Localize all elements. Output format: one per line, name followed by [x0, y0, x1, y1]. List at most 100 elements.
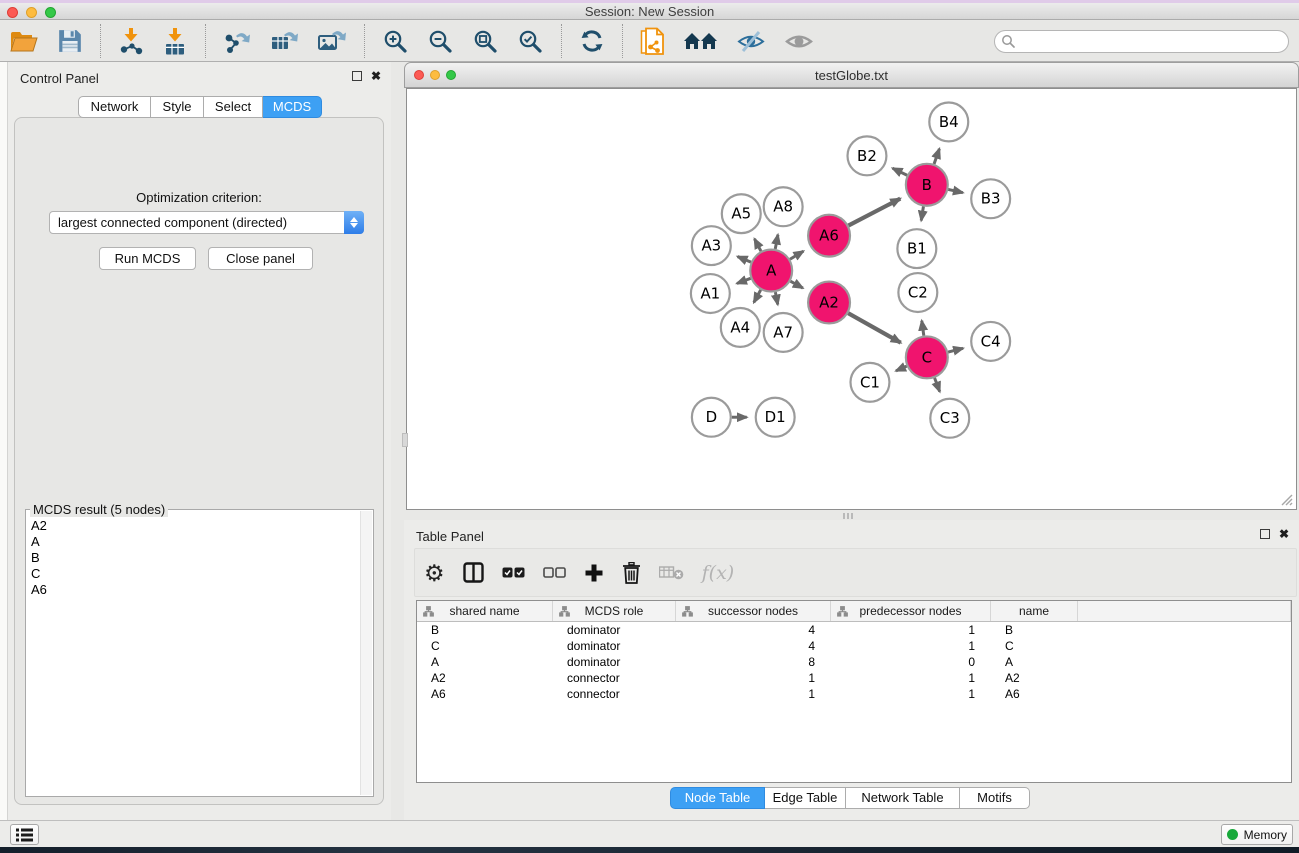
search-input[interactable] [1016, 32, 1288, 51]
node-B1[interactable]: B1 [897, 229, 936, 268]
table-cell[interactable]: B [417, 623, 553, 637]
close-panel-button[interactable]: Close panel [208, 247, 313, 270]
tab-network-table[interactable]: Network Table [846, 787, 960, 809]
deselect-all-button[interactable] [543, 567, 566, 578]
refresh-button[interactable] [573, 26, 611, 56]
edge-C-C4[interactable] [948, 348, 963, 352]
show-graphics-details-button[interactable] [778, 28, 820, 55]
table-cell[interactable]: B [991, 623, 1078, 637]
node-B4[interactable]: B4 [929, 102, 968, 141]
column-header-shared-name[interactable]: shared name [417, 601, 553, 621]
edge-B-B2[interactable] [893, 168, 907, 175]
splitter-handle[interactable] [843, 513, 853, 519]
import-table-button[interactable] [156, 25, 194, 58]
node-D1[interactable]: D1 [756, 398, 795, 437]
float-panel-icon[interactable] [1260, 529, 1270, 539]
table-cell[interactable]: 0 [831, 655, 991, 669]
table-cell[interactable]: A [417, 655, 553, 669]
table-cell[interactable]: A2 [991, 671, 1078, 685]
result-item[interactable]: A2 [28, 518, 359, 534]
table-row[interactable]: Adominator80A [417, 654, 1291, 670]
table-cell[interactable]: dominator [553, 623, 676, 637]
edge-B-B1[interactable] [921, 206, 923, 220]
zoom-selected-button[interactable] [511, 26, 550, 57]
node-C3[interactable]: C3 [930, 399, 969, 438]
node-C1[interactable]: C1 [851, 363, 890, 402]
export-table-button[interactable] [264, 26, 305, 57]
result-item[interactable]: A6 [28, 582, 359, 598]
result-scrollbar[interactable] [360, 511, 372, 795]
node-B[interactable]: B [906, 164, 948, 206]
show-columns-button[interactable] [463, 562, 484, 583]
table-cell[interactable]: 1 [676, 687, 831, 701]
edge-A6-B[interactable] [849, 199, 901, 226]
float-panel-icon[interactable] [352, 71, 362, 81]
tab-motifs[interactable]: Motifs [960, 787, 1030, 809]
table-cell[interactable]: A2 [417, 671, 553, 685]
table-cell[interactable]: connector [553, 671, 676, 685]
zoom-out-button[interactable] [421, 26, 460, 57]
open-session-button[interactable] [3, 26, 45, 57]
column-header-name[interactable]: name [991, 601, 1078, 621]
delete-column-button[interactable] [622, 562, 641, 584]
node-C2[interactable]: C2 [898, 273, 937, 312]
table-settings-button[interactable]: ⚙ [424, 561, 445, 585]
network-canvas[interactable]: B4B2BB3A8A5A6A3B1AC2A1A2A4A7C4CC1C3DD1 [406, 88, 1297, 510]
node-B2[interactable]: B2 [848, 136, 887, 175]
memory-button[interactable]: Memory [1221, 824, 1293, 845]
table-cell[interactable]: dominator [553, 639, 676, 653]
table-cell[interactable]: connector [553, 687, 676, 701]
edge-B-B4[interactable] [934, 149, 939, 164]
tab-style[interactable]: Style [151, 96, 204, 118]
table-cell[interactable]: C [417, 639, 553, 653]
node-A3[interactable]: A3 [692, 226, 731, 265]
new-network-from-file-button[interactable] [634, 25, 671, 58]
edge-A-A8[interactable] [775, 235, 778, 249]
tab-edge-table[interactable]: Edge Table [765, 787, 846, 809]
result-item[interactable]: A [28, 534, 359, 550]
result-item[interactable]: B [28, 550, 359, 566]
tab-select[interactable]: Select [204, 96, 263, 118]
node-A8[interactable]: A8 [764, 187, 803, 226]
edge-C-C3[interactable] [935, 378, 940, 392]
table-cell[interactable]: 1 [831, 687, 991, 701]
window-resize-grip[interactable] [1279, 492, 1293, 506]
run-mcds-button[interactable]: Run MCDS [99, 247, 196, 270]
node-A5[interactable]: A5 [722, 194, 761, 233]
export-image-button[interactable] [311, 26, 353, 57]
edge-A-A6[interactable] [790, 251, 803, 259]
table-row[interactable]: A6connector11A6 [417, 686, 1291, 702]
table-cell[interactable]: A [991, 655, 1078, 669]
node-A4[interactable]: A4 [721, 308, 760, 347]
table-cell[interactable]: A6 [991, 687, 1078, 701]
close-panel-icon[interactable]: ✖ [1279, 529, 1289, 539]
function-builder-button[interactable]: f(x) [702, 562, 735, 584]
tab-network[interactable]: Network [78, 96, 151, 118]
node-A2[interactable]: A2 [808, 282, 850, 324]
node-A[interactable]: A [750, 250, 792, 292]
table-row[interactable]: A2connector11A2 [417, 670, 1291, 686]
select-all-button[interactable] [502, 567, 525, 578]
table-cell[interactable]: 1 [831, 671, 991, 685]
edge-A-A4[interactable] [754, 290, 761, 303]
node-D[interactable]: D [692, 398, 731, 437]
close-panel-icon[interactable]: ✖ [371, 71, 381, 81]
column-header-predecessor-nodes[interactable]: predecessor nodes [831, 601, 991, 621]
delete-table-button[interactable] [659, 565, 684, 580]
result-item[interactable]: C [28, 566, 359, 582]
node-A6[interactable]: A6 [808, 215, 850, 257]
table-cell[interactable]: dominator [553, 655, 676, 669]
edge-A2-C[interactable] [848, 313, 901, 342]
export-network-button[interactable] [217, 26, 258, 57]
table-cell[interactable]: 8 [676, 655, 831, 669]
node-table[interactable]: shared nameMCDS rolesuccessor nodesprede… [416, 600, 1292, 783]
search-field[interactable] [994, 30, 1289, 53]
network-window-titlebar[interactable]: testGlobe.txt [404, 62, 1299, 88]
table-cell[interactable]: 1 [676, 671, 831, 685]
table-cell[interactable]: 1 [831, 639, 991, 653]
zoom-fit-button[interactable] [466, 26, 505, 57]
table-cell[interactable]: A6 [417, 687, 553, 701]
save-session-button[interactable] [51, 26, 89, 56]
edge-C-C2[interactable] [922, 321, 924, 336]
edge-A-A1[interactable] [737, 278, 751, 283]
